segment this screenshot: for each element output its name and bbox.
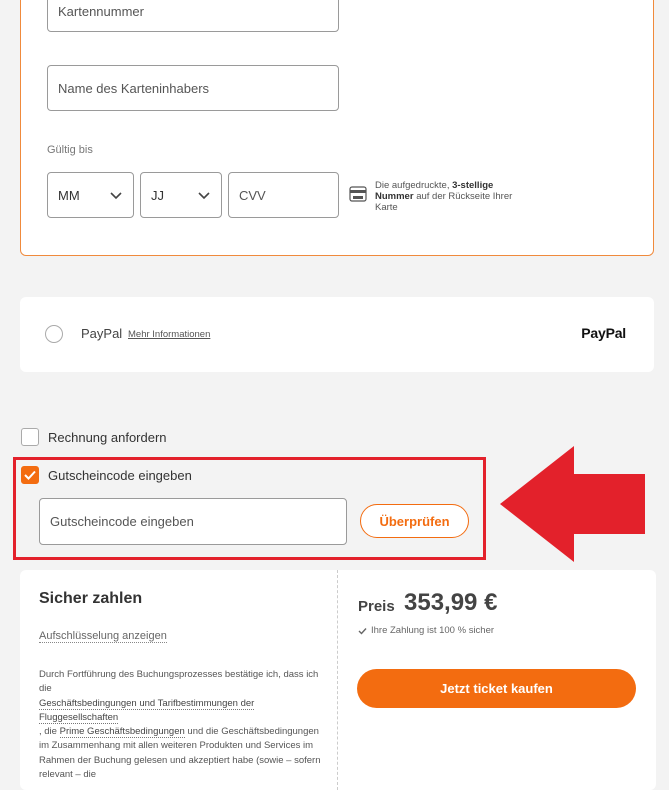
cvv-input[interactable]: CVV (228, 172, 339, 218)
summary-title: Sicher zahlen (39, 590, 143, 607)
card-number-placeholder: Kartennummer (58, 4, 144, 19)
paypal-logo: PayPal (581, 325, 626, 341)
paypal-option[interactable]: PayPal Mehr Informationen PayPal (20, 297, 654, 372)
buy-ticket-button[interactable]: Jetzt ticket kaufen (357, 669, 636, 708)
expiry-month-value: MM (58, 187, 80, 203)
voucher-label: Gutscheincode eingeben (48, 468, 192, 483)
legal-text: Durch Fortführung des Buchungsprozesses … (39, 668, 324, 782)
price-label: Preis (358, 598, 395, 615)
cvv-hint-text-1: Die aufgedruckte, (375, 180, 450, 191)
card-number-input[interactable]: Kartennummer (47, 0, 339, 32)
paypal-radio[interactable] (45, 325, 63, 343)
airline-terms-link[interactable]: Geschäftsbedingungen und Tarifbestimmung… (39, 697, 255, 724)
card-payment-panel: Kartennummer Name des Karteninhabers Gül… (20, 0, 654, 256)
cvv-hint: Die aufgedruckte, 3-stellige Nummer auf … (349, 180, 515, 213)
paypal-info-link[interactable]: Mehr Informationen (128, 329, 210, 340)
card-holder-placeholder: Name des Karteninhabers (58, 80, 210, 96)
card-cvv-icon (349, 186, 367, 202)
voucher-checkbox[interactable] (21, 466, 39, 484)
price-value: 353,99 € (404, 589, 498, 616)
card-holder-input[interactable]: Name des Karteninhabers (47, 65, 339, 111)
legal-text-1: Durch Fortführung des Buchungsprozesses … (39, 669, 319, 695)
chevron-down-icon (110, 192, 122, 200)
expiry-year-select[interactable]: JJ (140, 172, 222, 218)
voucher-placeholder: Gutscheincode eingeben (50, 514, 194, 529)
paypal-label: PayPal (81, 326, 123, 341)
payment-summary: Sicher zahlen Aufschlüsselung anzeigen D… (20, 570, 656, 790)
check-icon (358, 627, 367, 635)
summary-divider (337, 570, 338, 790)
voucher-input[interactable]: Gutscheincode eingeben (39, 498, 347, 545)
cvv-placeholder: CVV (239, 187, 266, 203)
valid-until-label: Gültig bis (47, 144, 93, 156)
check-voucher-button[interactable]: Überprüfen (360, 504, 469, 538)
secure-payment-text: Ihre Zahlung ist 100 % sicher (371, 625, 495, 636)
breakdown-link[interactable]: Aufschlüsselung anzeigen (39, 630, 167, 643)
red-arrow-icon (500, 446, 645, 562)
legal-text-2: , die (39, 726, 57, 738)
prime-terms-link[interactable]: Prime Geschäftsbedingungen (59, 726, 185, 739)
chevron-down-icon (198, 192, 210, 200)
invoice-label: Rechnung anfordern (48, 430, 167, 445)
invoice-checkbox[interactable] (21, 428, 39, 446)
expiry-month-select[interactable]: MM (47, 172, 134, 218)
expiry-year-value: JJ (151, 187, 164, 203)
checkmark-icon (24, 470, 36, 480)
secure-payment-note: Ihre Zahlung ist 100 % sicher (358, 625, 494, 636)
